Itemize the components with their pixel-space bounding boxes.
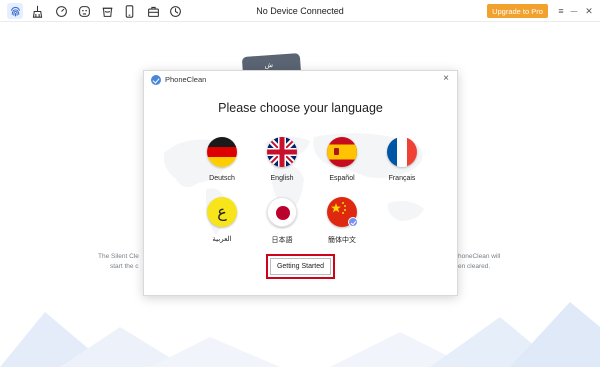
- arabic-flag-icon: ع: [207, 197, 237, 227]
- language-label: العربية: [212, 236, 232, 243]
- france-flag-icon: [387, 137, 417, 167]
- bin-icon[interactable]: [99, 3, 115, 19]
- getting-started-button[interactable]: Getting Started: [270, 258, 331, 275]
- uk-flag-icon: [267, 137, 297, 167]
- spain-flag-icon: [327, 137, 357, 167]
- language-option-japanese[interactable]: 日本語: [252, 197, 312, 245]
- language-label: 日本語: [271, 237, 293, 244]
- language-label: 簡体中文: [328, 237, 356, 244]
- phoneclean-logo-icon: [151, 75, 161, 85]
- dialog-heading: Please choose your language: [218, 101, 383, 115]
- phone-icon[interactable]: [121, 3, 137, 19]
- speedometer-icon[interactable]: [53, 3, 69, 19]
- intro-text-right-line: en cleared.: [458, 263, 491, 270]
- fingerprint-icon[interactable]: [7, 3, 23, 19]
- dialog-header: PhoneClean ×: [144, 71, 457, 89]
- language-option-espanol[interactable]: Español: [312, 137, 372, 182]
- selected-check-icon: [348, 217, 358, 227]
- menu-icon[interactable]: ≡: [555, 4, 567, 18]
- close-window-icon[interactable]: ✕: [583, 4, 595, 18]
- upgrade-to-pro-button[interactable]: Upgrade to Pro: [487, 4, 548, 18]
- top-toolbar: No Device Connected Upgrade to Pro ≡ — ✕: [0, 0, 600, 22]
- language-option-chinese[interactable]: 簡体中文: [312, 197, 372, 245]
- language-label: English: [270, 175, 294, 182]
- device-illustration-glyph: ش: [264, 61, 274, 70]
- intro-text-left-line: start the c: [110, 263, 139, 270]
- intro-text-left: The Silent Cle start the c: [98, 252, 139, 272]
- language-option-english[interactable]: English: [252, 137, 312, 182]
- language-option-francais[interactable]: Français: [372, 137, 432, 182]
- intro-text-right-line: honeClean will: [458, 253, 501, 260]
- arabic-glyph: ع: [217, 202, 227, 221]
- japan-flag-icon: [267, 197, 297, 227]
- germany-flag-icon: [207, 137, 237, 167]
- dialog-app-name: PhoneClean: [165, 75, 207, 84]
- history-icon[interactable]: [167, 3, 183, 19]
- face-icon[interactable]: [76, 3, 92, 19]
- minimize-icon[interactable]: —: [568, 4, 580, 18]
- language-label: Deutsch: [209, 175, 235, 182]
- language-option-deutsch[interactable]: Deutsch: [192, 137, 252, 182]
- intro-text-right: honeClean will en cleared.: [458, 252, 500, 272]
- language-label: Français: [388, 175, 416, 182]
- briefcase-icon[interactable]: [145, 3, 161, 19]
- language-label: Español: [329, 175, 355, 182]
- language-option-arabic[interactable]: ع العربية: [192, 197, 252, 243]
- flag-wrapper: [327, 197, 358, 227]
- getting-started-highlight: Getting Started: [266, 254, 335, 279]
- broom-icon[interactable]: [29, 3, 45, 19]
- dialog-close-icon[interactable]: ×: [440, 73, 452, 85]
- language-dialog: PhoneClean × Please choose your language…: [143, 70, 458, 296]
- intro-text-left-line: The Silent Cle: [98, 253, 139, 260]
